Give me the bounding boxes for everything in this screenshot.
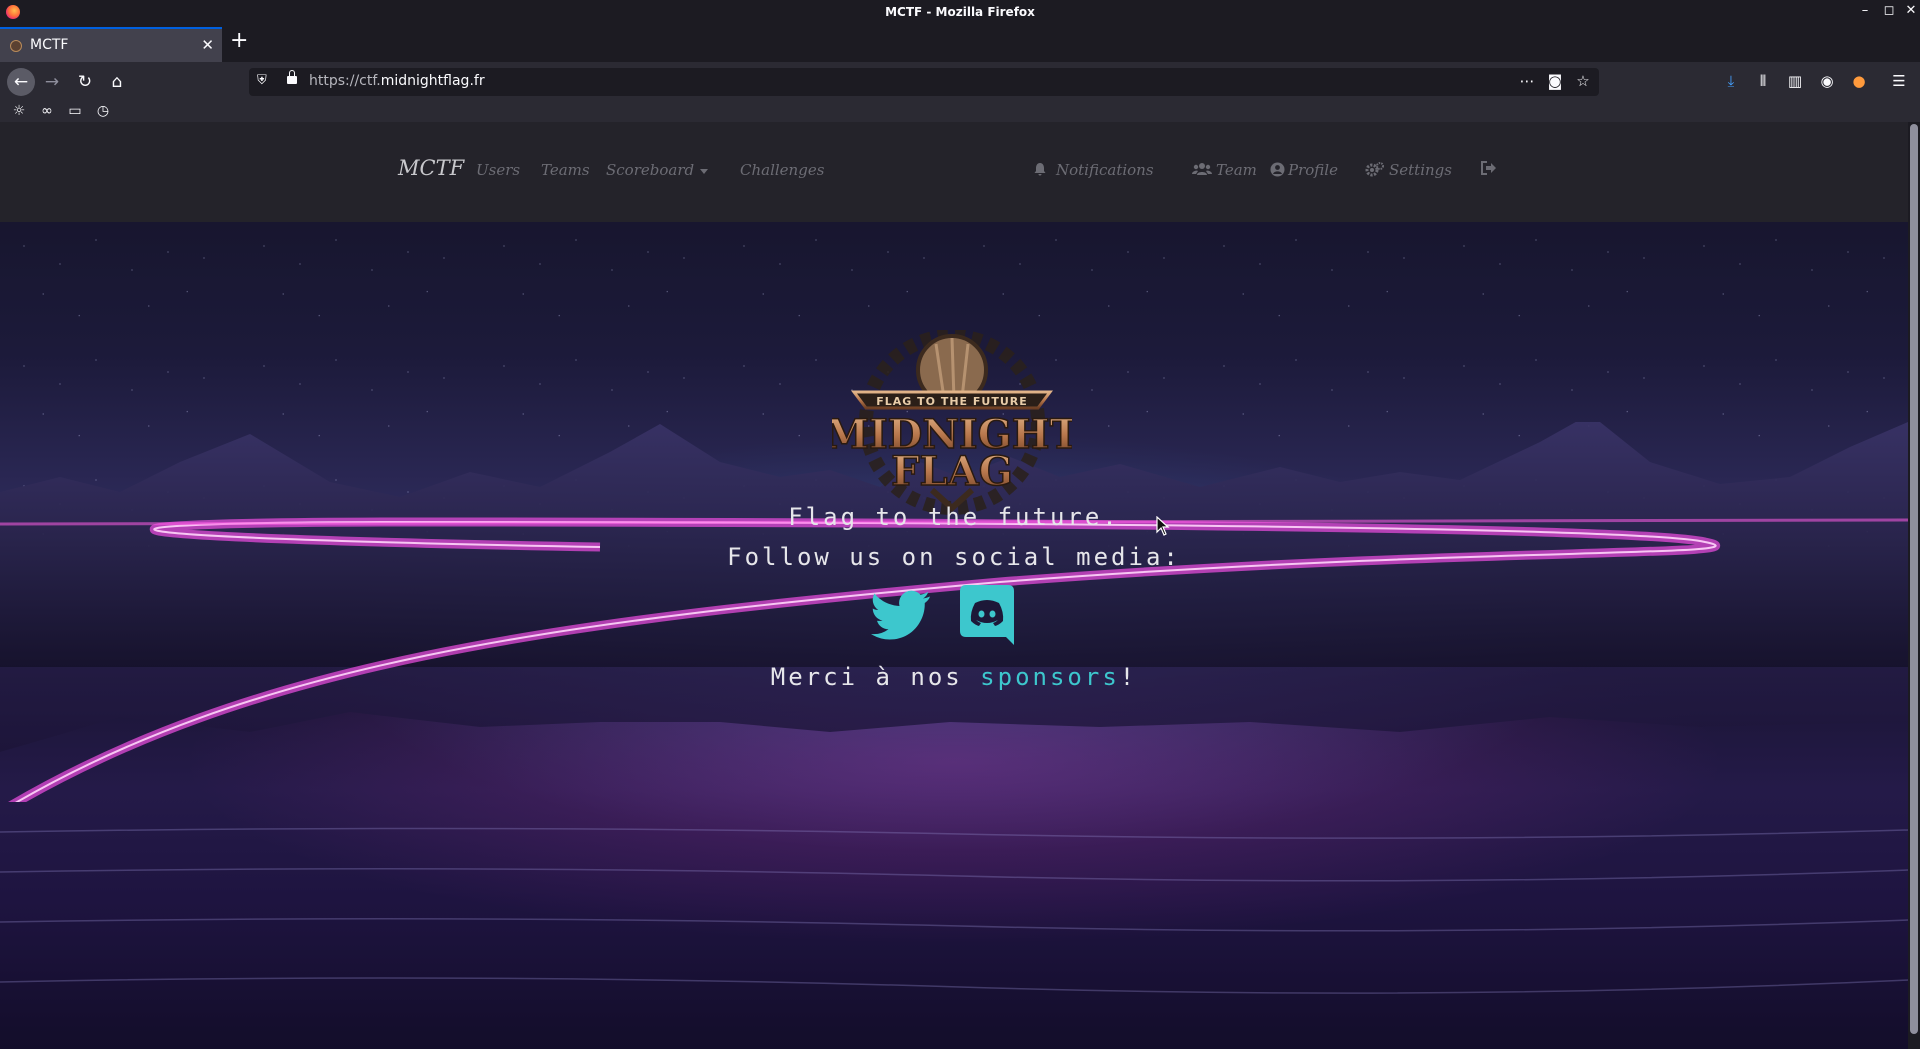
mouse-cursor-icon (1156, 516, 1170, 536)
logout-icon[interactable] (1481, 161, 1497, 179)
nav-link-settings[interactable]: Settings (1365, 161, 1452, 179)
new-tab-icon[interactable]: + (230, 30, 248, 52)
favicon-icon (10, 40, 22, 52)
library-icon[interactable]: ⫴ (1752, 70, 1774, 92)
back-arrow-icon[interactable]: ← (7, 68, 35, 96)
twitter-icon[interactable] (871, 585, 931, 645)
menu-icon[interactable]: ☰ (1888, 70, 1910, 92)
account-icon[interactable]: ◉ (1816, 70, 1838, 92)
sidebar-icon[interactable]: ▥ (1784, 70, 1806, 92)
team-label: Team (1216, 161, 1257, 179)
sponsors-line: Merci à nos sponsors! (0, 663, 1908, 691)
water-grid-lines (0, 827, 1908, 994)
window-title: MCTF - Mozilla Firefox (885, 5, 1035, 19)
download-icon[interactable]: ⤓ (1720, 70, 1742, 92)
tab-mctf[interactable]: MCTF ✕ (0, 27, 222, 62)
maximize-icon[interactable]: ◻ (1880, 3, 1898, 18)
nav-link-team[interactable]: Team (1192, 161, 1257, 179)
users-icon (1192, 163, 1212, 175)
tab-title: MCTF (30, 37, 69, 53)
scoreboard-label: Scoreboard (606, 161, 695, 179)
logo-ribbon-text: FLAG TO THE FUTURE (876, 395, 1028, 408)
bell-icon (1034, 163, 1046, 176)
dropdown-caret-icon (700, 168, 709, 174)
bookmarks-toolbar: ☼ ∞ ▭ ◷ (0, 102, 1920, 122)
discord-icon[interactable] (960, 585, 1014, 645)
forward-arrow-icon[interactable]: → (40, 70, 64, 94)
window-titlebar: MCTF - Mozilla Firefox – ◻ ✕ (0, 0, 1920, 24)
pocket-icon[interactable]: ◙ (1545, 72, 1565, 90)
logo-line-2: FLAG (891, 448, 1013, 495)
sun-icon[interactable]: ☼ (10, 103, 28, 119)
address-bar[interactable]: ⛨ https://ctf.midnightflag.fr ⋯ ◙ ☆ (249, 68, 1599, 96)
clock-icon[interactable]: ◷ (94, 103, 112, 119)
nav-link-profile[interactable]: Profile (1270, 161, 1338, 179)
folder-icon[interactable]: ▭ (66, 103, 84, 119)
profile-label: Profile (1288, 161, 1338, 179)
sponsors-link[interactable]: sponsors (980, 663, 1120, 691)
url-text[interactable]: https://ctf.midnightflag.fr (309, 73, 485, 89)
hero-follow-text: Follow us on social media: (727, 543, 1181, 571)
nav-link-teams[interactable]: Teams (541, 161, 590, 179)
sponsors-suffix: ! (1119, 663, 1138, 691)
midnight-flag-logo: FLAG TO THE FUTURE MIDNIGHT FLAG (832, 330, 1072, 515)
sponsors-prefix: Merci à nos (770, 663, 981, 691)
hero-tagline: Flag to the future. (788, 503, 1120, 531)
tab-close-icon[interactable]: ✕ (201, 36, 214, 54)
close-icon[interactable]: ✕ (1902, 3, 1920, 18)
page-viewport: MCTF Users Teams Scoreboard Challenges N… (0, 122, 1908, 1049)
nav-link-notifications[interactable]: Notifications (1033, 161, 1154, 179)
scrollbar-thumb[interactable] (1910, 124, 1918, 1034)
shield-icon[interactable]: ⛨ (257, 73, 267, 88)
extension-icon[interactable]: ● (1848, 70, 1870, 92)
notifications-label: Notifications (1056, 161, 1154, 179)
lock-icon[interactable] (287, 70, 297, 84)
site-navbar: MCTF Users Teams Scoreboard Challenges N… (0, 122, 1908, 222)
minimize-icon[interactable]: – (1856, 3, 1874, 18)
more-icon[interactable]: ⋯ (1517, 72, 1537, 90)
site-brand[interactable]: MCTF (398, 156, 464, 180)
navigation-toolbar: ← → ↻ ⌂ ⛨ https://ctf.midnightflag.fr ⋯ … (0, 62, 1920, 102)
settings-label: Settings (1389, 161, 1452, 179)
tab-strip: MCTF ✕ + (0, 24, 1920, 62)
cogs-icon (1365, 162, 1384, 177)
reload-icon[interactable]: ↻ (73, 70, 97, 94)
nav-link-scoreboard[interactable]: Scoreboard (606, 161, 709, 179)
page-scrollbar[interactable] (1908, 122, 1920, 1049)
user-circle-icon (1270, 162, 1285, 177)
nav-link-users[interactable]: Users (476, 161, 520, 179)
glasses-icon[interactable]: ∞ (38, 103, 56, 119)
home-icon[interactable]: ⌂ (105, 70, 129, 94)
star-icon[interactable]: ☆ (1573, 72, 1593, 90)
nav-link-challenges[interactable]: Challenges (740, 161, 824, 179)
